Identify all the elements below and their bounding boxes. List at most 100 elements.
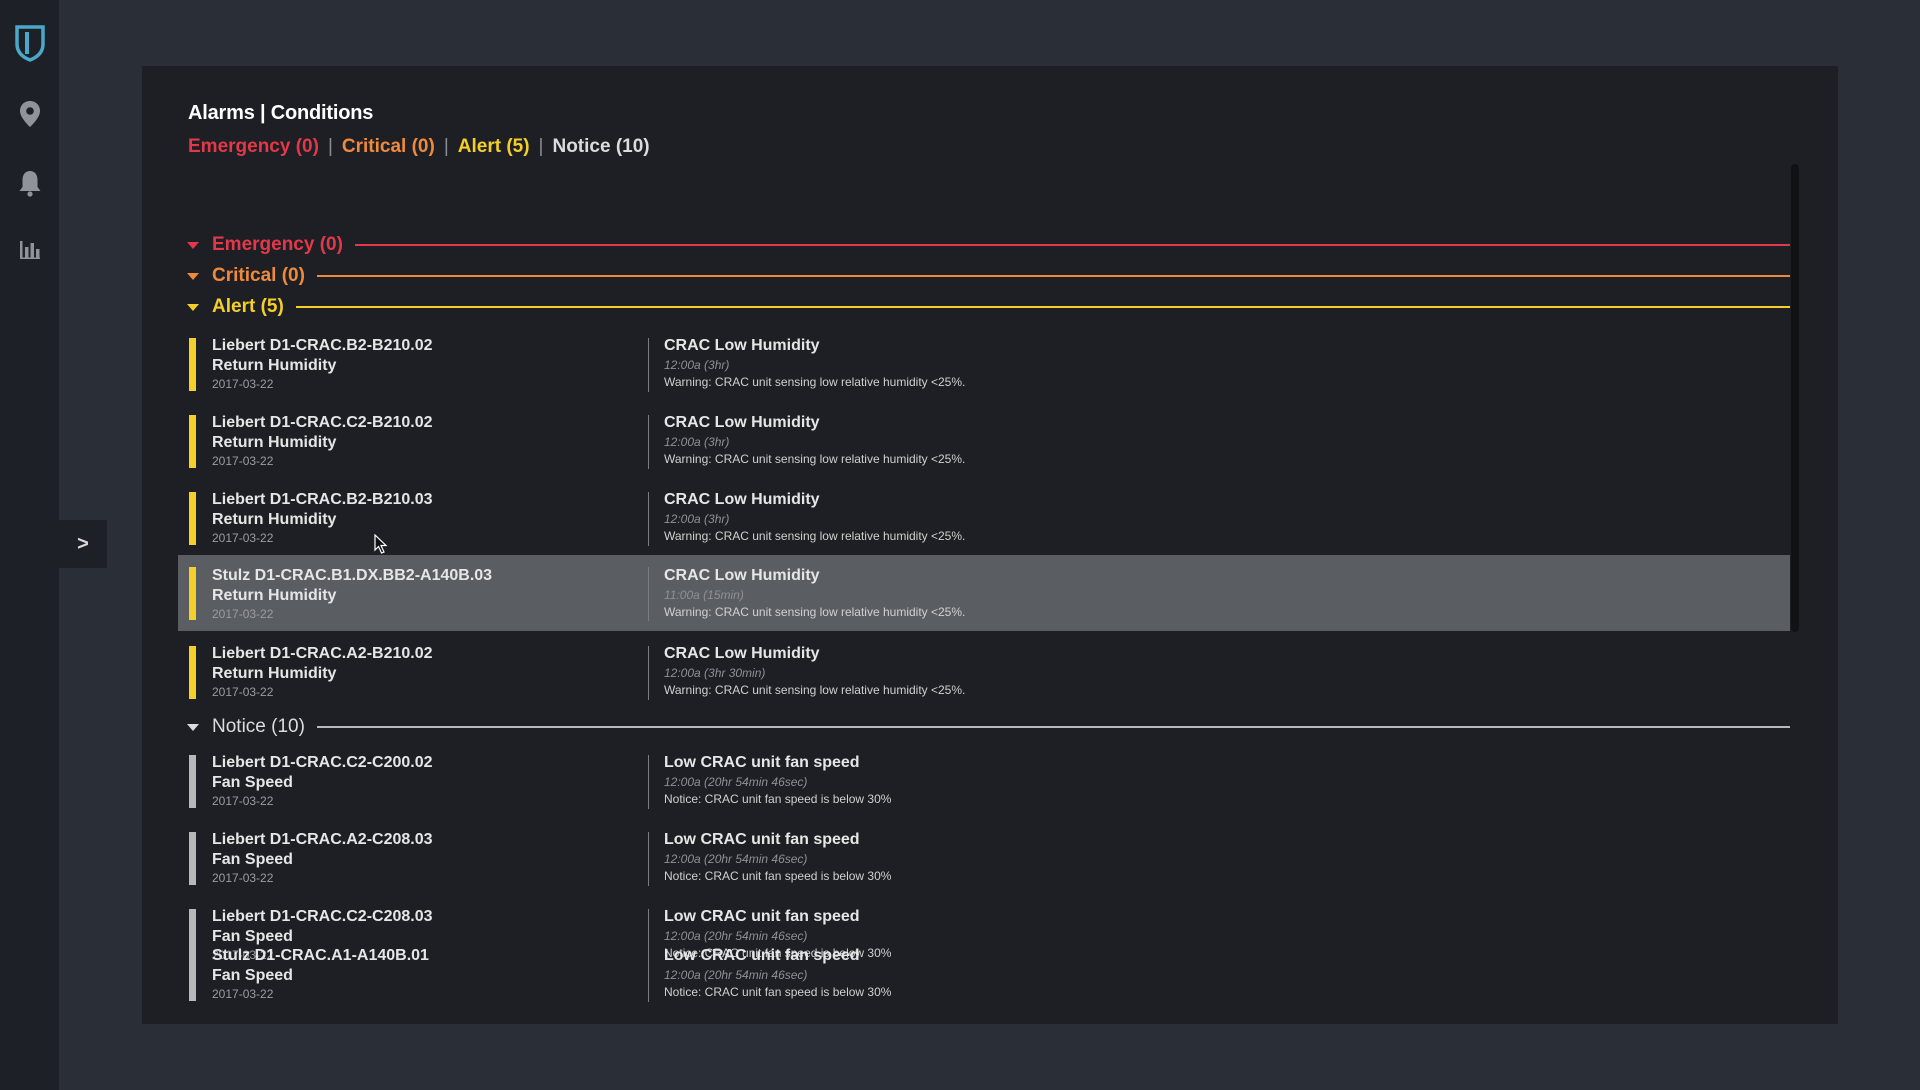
condition-title: CRAC Low Humidity [664,567,820,584]
condition-time: 12:00a (20hr 54min 46sec) [664,968,808,982]
severity-bar [189,948,196,1001]
table-row[interactable]: Liebert D1-CRAC.C2-C200.02 Fan Speed 201… [178,743,1790,819]
condition-message: Warning: CRAC unit sensing low relative … [664,375,966,389]
alarm-date: 2017-03-22 [212,607,274,621]
table-row[interactable]: Liebert D1-CRAC.B2-B210.03 Return Humidi… [178,480,1790,556]
summary-emergency[interactable]: Emergency (0) [188,136,319,157]
metric-name: Return Humidity [212,357,337,374]
column-divider [648,646,649,700]
device-name: Liebert D1-CRAC.C2-C200.02 [212,754,433,771]
metric-name: Fan Speed [212,967,293,984]
group-header-critical[interactable]: Critical (0) [178,263,1790,289]
table-row[interactable]: Liebert D1-CRAC.A2-B210.02 Return Humidi… [178,634,1790,710]
summary-separator: | [443,136,449,157]
condition-time: 12:00a (3hr) [664,358,730,372]
column-divider [648,948,649,1002]
group-header-notice[interactable]: Notice (10) [178,714,1790,740]
table-row[interactable]: Liebert D1-CRAC.B2-B210.02 Return Humidi… [178,326,1790,402]
condition-title: Low CRAC unit fan speed [664,831,860,848]
table-row[interactable]: Stulz D1-CRAC.B1.DX.BB2-A140B.03 Return … [178,555,1790,631]
column-divider [648,567,649,621]
condition-title: CRAC Low Humidity [664,414,820,431]
alarms-panel: Alarms | Conditions Emergency (0) | Critic… [142,66,1838,1024]
condition-time: 11:00a (15min) [664,588,744,602]
metric-name: Fan Speed [212,774,293,791]
device-name: Liebert D1-CRAC.B2-B210.03 [212,491,433,508]
summary-separator: | [327,136,333,157]
shield-logo-icon[interactable] [0,18,59,68]
condition-message: Notice: CRAC unit fan speed is below 30% [664,869,892,883]
condition-title: Low CRAC unit fan speed [664,754,860,771]
caret-down-icon [187,303,199,311]
column-divider [648,415,649,469]
group-divider [354,244,1790,246]
device-name: Stulz D1-CRAC.B1.DX.BB2-A140B.03 [212,567,493,584]
condition-title: Low CRAC unit fan speed [664,908,860,925]
table-row[interactable]: Stulz D1-CRAC.A1-A140B.01 Fan Speed 2017… [178,947,1790,1050]
group-label: Emergency (0) [212,234,343,255]
column-divider [648,832,649,886]
table-row[interactable]: Liebert D1-CRAC.C2-B210.02 Return Humidi… [178,403,1790,479]
alarm-date: 2017-03-22 [212,531,274,545]
caret-down-icon [187,241,199,249]
metric-name: Return Humidity [212,434,337,451]
summary-notice[interactable]: Notice (10) [552,136,649,157]
alarm-date: 2017-03-22 [212,454,274,468]
device-name: Liebert D1-CRAC.C2-B210.02 [212,414,433,431]
map-pin-icon[interactable] [0,89,59,139]
bar-chart-icon[interactable] [0,224,59,274]
metric-name: Fan Speed [212,851,293,868]
alarm-date: 2017-03-22 [212,794,274,808]
bell-icon[interactable] [0,158,59,208]
severity-bar [189,755,196,808]
metric-name: Return Humidity [212,587,337,604]
group-header-emergency[interactable]: Emergency (0) [178,232,1790,258]
summary-alert[interactable]: Alert (5) [458,136,530,157]
column-divider [648,755,649,809]
expand-panel-button[interactable]: > [59,520,107,568]
alarm-list: Emergency (0) Critical (0) Alert (5) Lie… [178,166,1798,1006]
condition-time: 12:00a (20hr 54min 46sec) [664,775,808,789]
column-divider [648,338,649,392]
device-name: Stulz D1-CRAC.A1-A140B.01 [212,947,429,964]
column-divider [648,492,649,546]
severity-summary: Emergency (0) | Critical (0) | Alert (5) | Not… [188,136,650,158]
condition-message: Warning: CRAC unit sensing low relative … [664,683,966,697]
device-name: Liebert D1-CRAC.A2-B210.02 [212,645,433,662]
group-header-alert[interactable]: Alert (5) [178,294,1790,320]
group-label: Critical (0) [212,265,305,286]
condition-time: 12:00a (20hr 54min 46sec) [664,929,808,943]
alarm-date: 2017-03-22 [212,377,274,391]
summary-critical[interactable]: Critical (0) [342,136,435,157]
severity-bar [189,338,196,391]
caret-down-icon [187,272,199,280]
group-label: Alert (5) [212,296,284,317]
condition-title: Low CRAC unit fan speed [664,947,860,964]
metric-name: Fan Speed [212,928,293,945]
caret-down-icon [187,723,199,731]
severity-bar [189,492,196,545]
metric-name: Return Humidity [212,511,337,528]
condition-title: CRAC Low Humidity [664,491,820,508]
device-name: Liebert D1-CRAC.C2-C208.03 [212,908,433,925]
condition-message: Warning: CRAC unit sensing low relative … [664,605,966,619]
condition-time: 12:00a (3hr 30min) [664,666,766,680]
alarm-date: 2017-03-22 [212,987,274,1001]
severity-bar [189,832,196,885]
condition-message: Notice: CRAC unit fan speed is below 30% [664,792,892,806]
condition-time: 12:00a (20hr 54min 46sec) [664,852,808,866]
sidebar [0,0,59,1090]
metric-name: Return Humidity [212,665,337,682]
condition-message: Warning: CRAC unit sensing low relative … [664,529,966,543]
group-label: Notice (10) [212,716,305,737]
group-divider [316,726,1790,728]
device-name: Liebert D1-CRAC.A2-C208.03 [212,831,433,848]
severity-bar [189,415,196,468]
table-row[interactable]: Liebert D1-CRAC.A2-C208.03 Fan Speed 201… [178,820,1790,896]
page-title: Alarms | Conditions [188,102,374,124]
condition-title: CRAC Low Humidity [664,337,820,354]
condition-time: 12:00a (3hr) [664,435,730,449]
alarm-date: 2017-03-22 [212,871,274,885]
alarm-date: 2017-03-22 [212,685,274,699]
condition-time: 12:00a (3hr) [664,512,730,526]
